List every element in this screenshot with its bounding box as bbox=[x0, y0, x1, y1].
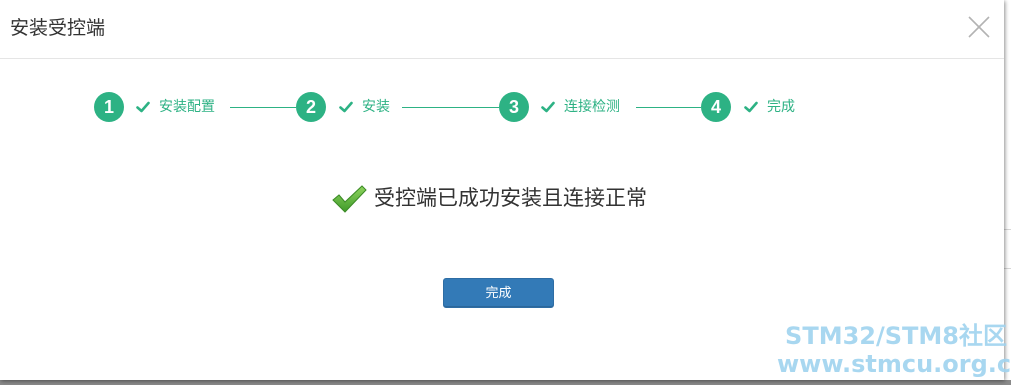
step-3-number: 3 bbox=[499, 92, 529, 122]
step-4-number: 4 bbox=[701, 92, 731, 122]
dialog-header: 安装受控端 bbox=[0, 0, 1004, 59]
step-4-label: 完成 bbox=[767, 99, 795, 115]
step-2-number: 2 bbox=[296, 92, 326, 122]
dialog-title: 安装受控端 bbox=[10, 17, 106, 39]
progress-steps: 1 安装配置 2 安装 3 连接检测 4 完成 bbox=[0, 92, 1004, 124]
watermark: STM32/STM8社区 www.stmcu.org.cn bbox=[777, 322, 1011, 378]
step-connector bbox=[636, 107, 701, 108]
close-button[interactable] bbox=[966, 14, 992, 40]
background-divider bbox=[1004, 268, 1011, 269]
success-check-icon bbox=[332, 185, 367, 213]
background-overlay bbox=[0, 380, 1011, 385]
step-connector bbox=[230, 107, 296, 108]
step-3-label: 连接检测 bbox=[564, 99, 620, 115]
result-message: 受控端已成功安装且连接正常 bbox=[374, 186, 647, 210]
watermark-line2: www.stmcu.org.cn bbox=[777, 350, 1011, 378]
check-icon bbox=[339, 101, 353, 113]
close-icon bbox=[968, 16, 990, 38]
step-1-number: 1 bbox=[94, 92, 124, 122]
step-2-label: 安装 bbox=[362, 99, 390, 115]
step-connector bbox=[402, 107, 499, 108]
watermark-line1: STM32/STM8社区 bbox=[785, 322, 1007, 350]
finish-button[interactable]: 完成 bbox=[443, 278, 554, 308]
step-1-label: 安装配置 bbox=[159, 99, 215, 115]
check-icon bbox=[541, 101, 555, 113]
check-icon bbox=[744, 101, 758, 113]
background-divider bbox=[1004, 229, 1011, 230]
check-icon bbox=[136, 101, 150, 113]
